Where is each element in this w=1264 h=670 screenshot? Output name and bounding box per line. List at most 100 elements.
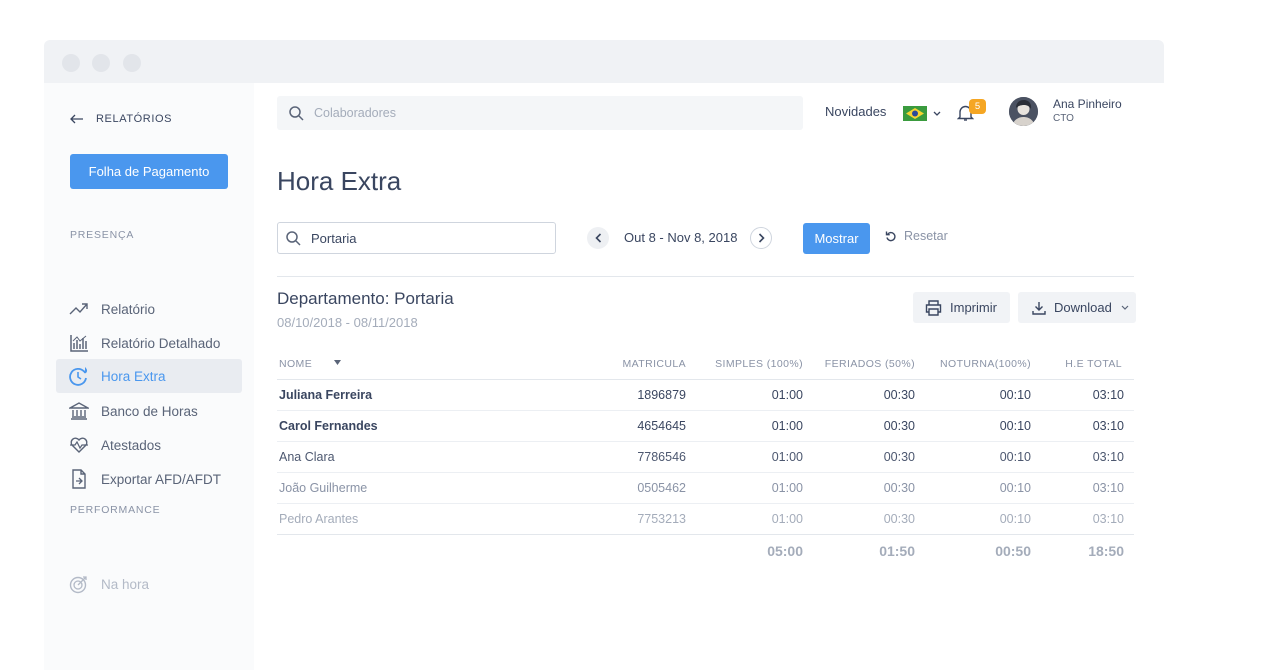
cell-noturna: 00:10 (999, 450, 1031, 464)
table-row[interactable]: Pedro Arantes 7753213 01:00 00:30 00:10 … (277, 504, 1134, 535)
totals-row: 05:00 01:50 00:50 18:50 (277, 535, 1134, 567)
download-label: Download (1054, 300, 1112, 315)
cell-simples: 01:00 (771, 481, 803, 495)
sidebar-item-label: Relatório (101, 301, 156, 317)
chevron-down-icon (1121, 305, 1129, 310)
search-icon (286, 230, 301, 246)
next-period-button[interactable] (750, 227, 772, 249)
table-row[interactable]: João Guilherme 0505462 01:00 00:30 00:10… (277, 473, 1134, 504)
chevron-left-icon (594, 233, 601, 243)
resetar-label: Resetar (904, 229, 948, 243)
cell-noturna: 00:10 (999, 388, 1031, 402)
sort-down-icon[interactable] (334, 360, 341, 365)
total-simples: 05:00 (767, 543, 803, 559)
printer-icon (925, 299, 942, 316)
department-dates: 08/10/2018 - 08/11/2018 (277, 315, 418, 330)
sidebar-item-atestados[interactable]: Atestados (56, 428, 242, 462)
section-title-presenca: PRESENÇA (70, 229, 135, 241)
cell-total: 03:10 (1092, 419, 1124, 433)
reset-icon (885, 231, 896, 242)
avatar[interactable] (1009, 97, 1038, 126)
search-icon (289, 105, 304, 121)
cell-nome: Ana Clara (279, 450, 335, 464)
cell-nome: Juliana Ferreira (279, 388, 373, 402)
heartbeat-icon (69, 435, 89, 455)
cell-feriados: 00:30 (883, 481, 915, 495)
target-icon (69, 574, 89, 594)
previous-period-button[interactable] (587, 227, 609, 249)
cell-matricula: 1896879 (637, 388, 686, 402)
sidebar-item-exportar-afd[interactable]: Exportar AFD/AFDT (56, 462, 242, 496)
global-search[interactable] (277, 96, 803, 130)
window-maximize-dot[interactable] (123, 54, 141, 72)
sidebar-item-label: Na hora (101, 576, 150, 592)
cell-matricula: 4654645 (637, 419, 686, 433)
cell-nome: Pedro Arantes (279, 512, 359, 526)
column-header-matricula: MATRICULA (622, 358, 686, 370)
brazil-flag-icon[interactable] (903, 106, 927, 121)
novidades-link[interactable]: Novidades (825, 104, 886, 119)
column-header-total: H.E TOTAL (1065, 358, 1122, 370)
sidebar: RELATÓRIOS Folha de Pagamento PRESENÇA R… (44, 83, 254, 670)
imprimir-button[interactable]: Imprimir (913, 292, 1010, 323)
cell-matricula: 7753213 (637, 512, 686, 526)
sidebar-item-relatorio-detalhado[interactable]: Relatório Detalhado (56, 326, 242, 360)
sidebar-item-relatorio[interactable]: Relatório (56, 292, 242, 326)
cell-feriados: 00:30 (883, 419, 915, 433)
date-range: Out 8 - Nov 8, 2018 (624, 230, 738, 245)
total-feriados: 01:50 (879, 543, 915, 559)
back-to-reports-link[interactable]: RELATÓRIOS (70, 113, 172, 125)
cell-simples: 01:00 (771, 512, 803, 526)
cell-noturna: 00:10 (999, 419, 1031, 433)
payroll-button[interactable]: Folha de Pagamento (70, 154, 228, 189)
cell-matricula: 0505462 (637, 481, 686, 495)
arrow-left-icon (70, 114, 83, 124)
cell-simples: 01:00 (771, 419, 803, 433)
window-titlebar (44, 40, 1164, 83)
download-icon (1032, 301, 1046, 315)
chevron-right-icon (758, 233, 765, 243)
cell-nome: João Guilherme (279, 481, 368, 495)
app-window: RELATÓRIOS Folha de Pagamento PRESENÇA R… (44, 40, 1164, 670)
bar-chart-icon (69, 333, 89, 353)
table-row[interactable]: Carol Fernandes 4654645 01:00 00:30 00:1… (277, 411, 1134, 442)
sidebar-item-banco-de-horas[interactable]: Banco de Horas (56, 394, 242, 428)
overtime-clock-icon (69, 366, 89, 386)
resetar-button[interactable]: Resetar (885, 229, 948, 243)
divider (277, 276, 1134, 277)
section-title-performance: PERFORMANCE (70, 504, 161, 516)
mostrar-button[interactable]: Mostrar (803, 223, 870, 254)
user-role: CTO (1053, 113, 1074, 124)
column-header-nome[interactable]: NOME (279, 358, 312, 370)
department-filter-input[interactable] (311, 230, 531, 246)
cell-noturna: 00:10 (999, 481, 1031, 495)
table-row[interactable]: Juliana Ferreira 1896879 01:00 00:30 00:… (277, 380, 1134, 411)
user-name[interactable]: Ana Pinheiro (1053, 97, 1122, 111)
notification-badge: 5 (969, 99, 986, 114)
table-row[interactable]: Ana Clara 7786546 01:00 00:30 00:10 03:1… (277, 442, 1134, 473)
trend-icon (69, 299, 89, 319)
table-header-row: NOME MATRICULA SIMPLES (100%) FERIADOS (… (277, 350, 1134, 380)
download-button[interactable]: Download (1018, 292, 1136, 323)
window-minimize-dot[interactable] (92, 54, 110, 72)
column-header-feriados: FERIADOS (50%) (824, 358, 915, 370)
total-noturna: 00:50 (995, 543, 1031, 559)
column-header-simples: SIMPLES (100%) (715, 358, 803, 370)
export-file-icon (69, 469, 89, 489)
sidebar-item-label: Relatório Detalhado (101, 335, 221, 351)
sidebar-item-na-hora[interactable]: Na hora (56, 567, 242, 601)
cell-total: 03:10 (1092, 512, 1124, 526)
language-chevron-down-icon[interactable] (933, 111, 941, 116)
back-label: RELATÓRIOS (96, 113, 173, 125)
search-input[interactable] (314, 106, 754, 120)
department-filter[interactable] (277, 222, 556, 254)
sidebar-item-label: Banco de Horas (101, 403, 198, 419)
cell-simples: 01:00 (771, 450, 803, 464)
sidebar-item-label: Atestados (101, 437, 162, 453)
window-close-dot[interactable] (62, 54, 80, 72)
cell-total: 03:10 (1092, 481, 1124, 495)
cell-nome: Carol Fernandes (279, 419, 378, 433)
sidebar-item-hora-extra[interactable]: Hora Extra (56, 359, 242, 393)
imprimir-label: Imprimir (950, 300, 997, 315)
cell-feriados: 00:30 (883, 512, 915, 526)
